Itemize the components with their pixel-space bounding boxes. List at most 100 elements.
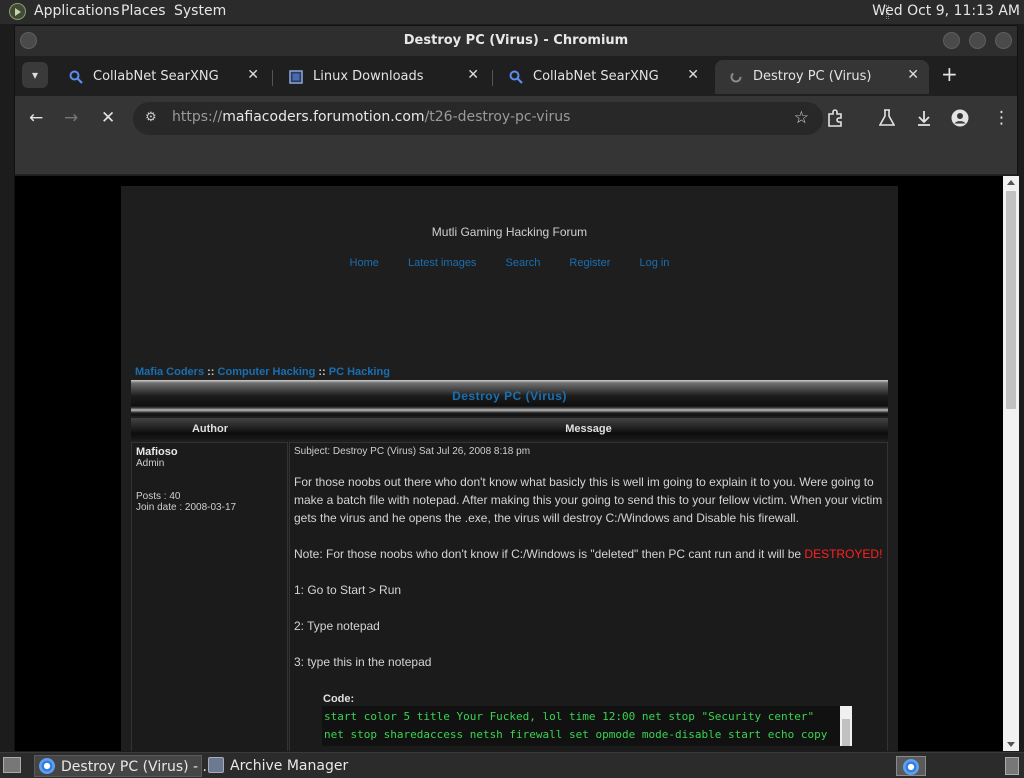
breadcrumb: Mafia Coders :: Computer Hacking :: PC H… xyxy=(135,366,390,378)
scrollbar-thumb[interactable] xyxy=(1006,191,1016,409)
loading-icon xyxy=(730,71,742,83)
more-menu-icon[interactable]: ⋮ xyxy=(993,109,1010,127)
search-icon xyxy=(69,70,83,84)
tab-linux-downloads[interactable]: Linux Downloads ✕ xyxy=(275,60,489,94)
site-settings-icon[interactable]: ⚙ xyxy=(145,110,157,125)
clock[interactable]: Wed Oct 9, 11:13 AM xyxy=(872,3,1020,19)
taskbar: Destroy PC (Virus) - ... Archive Manager xyxy=(0,752,1024,778)
nav-register[interactable]: Register xyxy=(569,257,610,269)
code-scrollbar[interactable] xyxy=(840,706,852,746)
author-posts: Posts : 40 xyxy=(136,491,181,502)
labs-flask-icon[interactable] xyxy=(878,109,896,131)
note-text: Note: For those noobs who don't know if … xyxy=(294,547,805,561)
tray-chromium[interactable] xyxy=(896,756,926,776)
taskbar-item-browser[interactable]: Destroy PC (Virus) - ... xyxy=(34,755,216,777)
url-text[interactable]: https://mafiacoders.forumotion.com/t26-d… xyxy=(172,109,570,125)
task-label: Destroy PC (Virus) - ... xyxy=(61,759,216,775)
code-label: Code: xyxy=(323,693,355,705)
page-viewport: Mutli Gaming Hacking Forum Home Latest i… xyxy=(15,176,1003,751)
post-table-header: Author Message xyxy=(131,418,888,440)
chevron-down-icon: ▾ xyxy=(31,68,39,82)
window-menu-button[interactable] xyxy=(20,32,37,49)
post-paragraph: For those noobs out there who don't know… xyxy=(294,475,883,525)
scroll-up-arrow-icon[interactable] xyxy=(1007,180,1015,185)
author-name[interactable]: Mafioso xyxy=(136,446,178,458)
code-scrollbar-thumb[interactable] xyxy=(842,719,850,746)
applications-menu[interactable]: Applications xyxy=(34,3,120,19)
chromium-icon xyxy=(39,758,55,774)
author-join-date: Join date : 2008-03-17 xyxy=(136,502,237,513)
top-panel: Applications Places System Wed Oct 9, 11… xyxy=(0,0,1024,24)
nav-home[interactable]: Home xyxy=(350,257,379,269)
post-note: Note: For those noobs who don't know if … xyxy=(294,545,886,563)
url-scheme: https:// xyxy=(172,109,223,125)
tab-label: CollabNet SearXNG xyxy=(533,69,659,84)
breadcrumb-separator: :: xyxy=(207,366,215,378)
arrow-left-icon: ← xyxy=(29,108,44,128)
post-step-3: 3: type this in the notepad xyxy=(294,655,432,669)
author-rank: Admin xyxy=(136,458,165,469)
breadcrumb-mafia-coders[interactable]: Mafia Coders xyxy=(135,366,204,378)
distro-logo-icon[interactable] xyxy=(9,3,26,20)
workspace-switcher[interactable] xyxy=(1005,757,1019,775)
nav-latest-images[interactable]: Latest images xyxy=(408,257,476,269)
back-button[interactable]: ← xyxy=(29,109,43,127)
post-step-1: 1: Go to Start > Run xyxy=(294,583,402,597)
system-menu[interactable]: System xyxy=(174,3,226,19)
places-menu[interactable]: Places xyxy=(121,3,166,19)
close-icon[interactable]: ✕ xyxy=(467,67,479,83)
tab-search-button[interactable]: ▾ xyxy=(22,62,48,88)
download-icon[interactable] xyxy=(915,109,933,131)
bookmark-star-icon[interactable]: ☆ xyxy=(794,108,809,128)
tab-destroy-pc-virus[interactable]: Destroy PC (Virus) ✕ xyxy=(715,60,929,94)
close-icon[interactable]: ✕ xyxy=(687,67,699,83)
tab-divider xyxy=(492,70,493,86)
maximize-button[interactable] xyxy=(969,32,986,49)
profile-avatar-icon[interactable] xyxy=(951,109,969,131)
taskbar-item-archive-manager[interactable]: Archive Manager xyxy=(204,755,364,777)
show-desktop-icon[interactable] xyxy=(3,757,21,773)
site-description: Mutli Gaming Hacking Forum xyxy=(431,225,588,239)
page-scrollbar[interactable] xyxy=(1003,176,1019,751)
tab-collabnet-searxng-2[interactable]: CollabNet SearXNG ✕ xyxy=(495,60,709,94)
chromium-icon xyxy=(903,759,919,775)
nav-search[interactable]: Search xyxy=(506,257,541,269)
archive-manager-icon xyxy=(208,757,224,773)
topic-title[interactable]: Destroy PC (Virus) xyxy=(131,389,888,403)
extensions-icon[interactable] xyxy=(826,109,844,131)
post-subject: Subject: Destroy PC (Virus) Sat Jul 26, … xyxy=(294,446,531,457)
tab-collabnet-searxng-1[interactable]: CollabNet SearXNG ✕ xyxy=(55,60,269,94)
post-step-2: 2: Type notepad xyxy=(294,619,380,633)
page-icon xyxy=(289,70,303,84)
forward-button[interactable]: → xyxy=(64,109,78,127)
tab-label: Linux Downloads xyxy=(313,69,424,84)
stop-button[interactable]: ✕ xyxy=(101,109,115,127)
breadcrumb-pc-hacking[interactable]: PC Hacking xyxy=(329,366,390,378)
breadcrumb-computer-hacking[interactable]: Computer Hacking xyxy=(218,366,316,378)
nav-log-in[interactable]: Log in xyxy=(639,257,669,269)
close-window-button[interactable] xyxy=(995,32,1012,49)
post-message-cell: Subject: Destroy PC (Virus) Sat Jul 26, … xyxy=(289,442,888,751)
scroll-down-arrow-icon[interactable] xyxy=(1007,742,1015,747)
tab-label: Destroy PC (Virus) xyxy=(753,69,872,84)
column-author: Author xyxy=(191,423,229,435)
window-titlebar[interactable]: Destroy PC (Virus) - Chromium xyxy=(15,26,1017,56)
close-icon[interactable]: ✕ xyxy=(907,67,919,83)
close-icon[interactable]: ✕ xyxy=(247,67,259,83)
browser-window: Destroy PC (Virus) - Chromium ▾ CollabNe… xyxy=(14,25,1019,751)
topic-header: Destroy PC (Virus) xyxy=(131,380,888,416)
forum-page: Mutli Gaming Hacking Forum Home Latest i… xyxy=(121,186,898,751)
new-tab-button[interactable]: + xyxy=(941,64,958,84)
arrow-right-icon: → xyxy=(64,108,79,128)
plus-icon: + xyxy=(941,62,958,86)
browser-toolbar: ← → ✕ ⚙ https://mafiacoders.forumotion.c… xyxy=(15,96,1017,142)
code-block[interactable]: start color 5 title Your Fucked, lol tim… xyxy=(322,706,852,746)
breadcrumb-separator: :: xyxy=(318,366,326,378)
minimize-button[interactable] xyxy=(943,32,960,49)
task-label: Archive Manager xyxy=(230,758,349,774)
forum-nav: Home Latest images Search Register Log i… xyxy=(121,257,898,269)
close-icon: ✕ xyxy=(101,108,116,128)
code-text[interactable]: start color 5 title Your Fucked, lol tim… xyxy=(324,708,838,746)
address-bar[interactable]: ⚙ https://mafiacoders.forumotion.com/t26… xyxy=(133,102,823,135)
tab-label: CollabNet SearXNG xyxy=(93,69,219,84)
